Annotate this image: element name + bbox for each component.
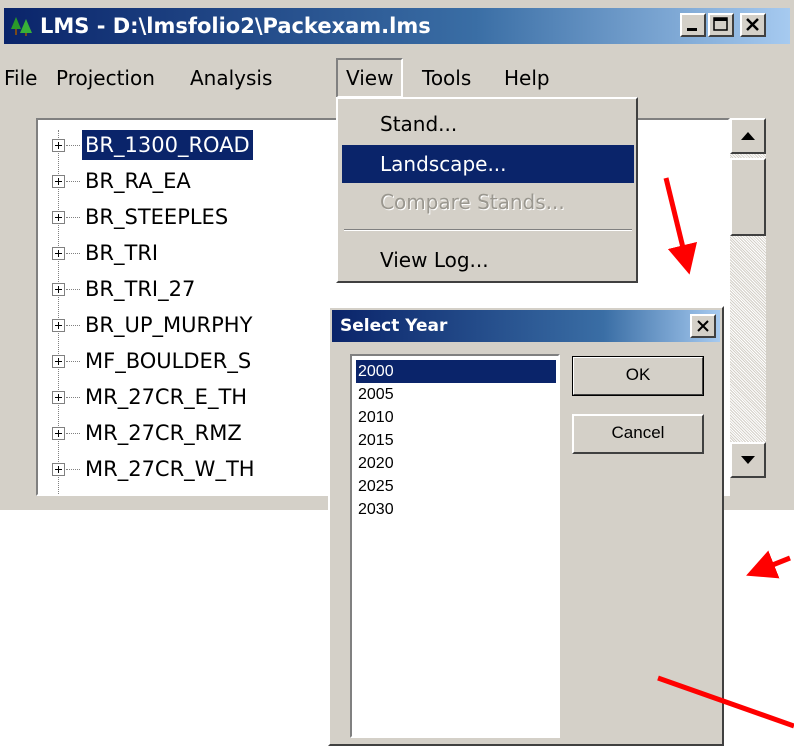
window-title: LMS - D:\lmsfolio2\Packexam.lms [40, 14, 431, 38]
tree-item-label: BR_TRI [85, 241, 159, 265]
close-icon [746, 18, 759, 31]
select-year-dialog: Select Year 2000 2005 2010 2015 2020 202… [328, 306, 724, 746]
year-option[interactable]: 2015 [356, 429, 556, 452]
tree-item-label: MR_27CR_W_TH [85, 457, 255, 481]
year-option[interactable]: 2010 [356, 406, 556, 429]
close-icon [697, 320, 709, 332]
menu-item-view-log[interactable]: View Log... [342, 241, 634, 279]
menu-help[interactable]: Help [504, 62, 550, 94]
tree-vertical-scrollbar[interactable] [730, 118, 766, 478]
arrow-down-icon [741, 456, 755, 464]
tree-item-label: MR_27CR_E_TH [85, 385, 248, 409]
maximize-button[interactable] [708, 13, 734, 37]
tree-item-label: BR_RA_EA [85, 169, 191, 193]
expand-icon[interactable] [52, 391, 65, 404]
expand-icon[interactable] [52, 211, 65, 224]
expand-icon[interactable] [52, 355, 65, 368]
year-listbox[interactable]: 2000 2005 2010 2015 2020 2025 2030 [350, 354, 560, 738]
menu-item-compare-stands: Compare Stands... [380, 190, 565, 214]
arrow-up-icon [741, 132, 755, 140]
menu-projection[interactable]: Projection [56, 62, 155, 94]
ok-button[interactable]: OK [572, 356, 704, 396]
close-button[interactable] [740, 13, 766, 37]
year-option[interactable]: 2030 [356, 498, 556, 521]
expand-icon[interactable] [52, 463, 65, 476]
menu-file[interactable]: File [4, 62, 37, 94]
dialog-title-bar[interactable]: Select Year [332, 310, 720, 342]
expand-icon[interactable] [52, 247, 65, 260]
scrollbar-thumb[interactable] [730, 158, 766, 236]
title-bar[interactable]: LMS - D:\lmsfolio2\Packexam.lms [4, 8, 790, 44]
menu-tools[interactable]: Tools [422, 62, 471, 94]
tree-item-label: BR_1300_ROAD [82, 130, 253, 160]
expand-icon[interactable] [52, 175, 65, 188]
scroll-up-button[interactable] [730, 118, 766, 154]
maximize-icon [713, 17, 728, 31]
menu-item-landscape[interactable]: Landscape... [342, 145, 634, 183]
expand-icon[interactable] [52, 427, 65, 440]
year-option[interactable]: 2025 [356, 475, 556, 498]
dialog-title: Select Year [340, 316, 448, 336]
minimize-icon [687, 28, 697, 31]
app-tree-icon [11, 17, 32, 36]
expand-icon[interactable] [52, 139, 65, 152]
dialog-close-button[interactable] [690, 314, 716, 338]
menu-separator [344, 229, 632, 231]
year-option[interactable]: 2005 [356, 383, 556, 406]
menu-analysis[interactable]: Analysis [190, 62, 272, 94]
tree-item-label: MF_BOULDER_S [85, 349, 252, 373]
scroll-down-button[interactable] [730, 442, 766, 478]
tree-item-label: BR_TRI_27 [85, 277, 196, 301]
menu-item-stand[interactable]: Stand... [342, 105, 634, 143]
menu-view[interactable]: View [336, 58, 404, 98]
year-option[interactable]: 2020 [356, 452, 556, 475]
tree-item-label: BR_STEEPLES [85, 205, 229, 229]
expand-icon[interactable] [52, 283, 65, 296]
view-menu-dropdown: Stand... Landscape... Compare Stands... … [336, 97, 638, 283]
minimize-button[interactable] [680, 13, 706, 37]
year-option[interactable]: 2000 [356, 360, 556, 383]
menu-bar: File Projection Analysis View Tools Help [4, 58, 784, 98]
cancel-button[interactable]: Cancel [572, 414, 704, 454]
tree-item-label: MR_27CR_RMZ [85, 421, 242, 445]
red-arrow-annotation [746, 550, 791, 579]
tree-item-label: BR_UP_MURPHY [85, 313, 253, 337]
expand-icon[interactable] [52, 319, 65, 332]
